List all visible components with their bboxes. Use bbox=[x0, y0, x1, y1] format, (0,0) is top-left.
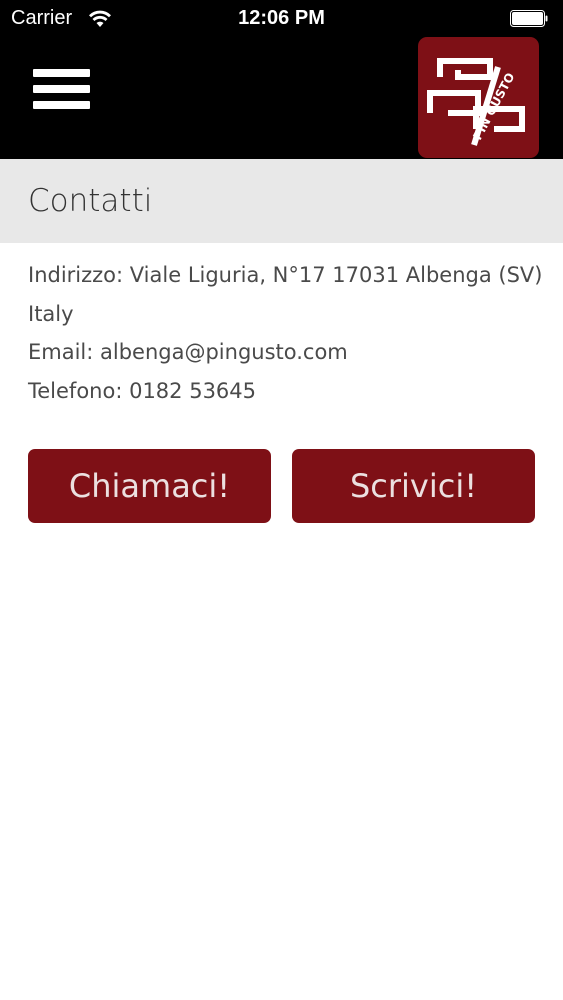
phone-text[interactable]: Telefono: 0182 53645 bbox=[28, 372, 548, 411]
address-line-2: Italy bbox=[28, 301, 74, 326]
contact-info: Indirizzo: Viale Liguria, N°17 17031 Alb… bbox=[28, 256, 548, 410]
page-title: Contatti bbox=[28, 183, 153, 219]
hamburger-menu-icon[interactable] bbox=[33, 69, 90, 109]
status-time: 12:06 PM bbox=[238, 7, 325, 29]
call-button[interactable]: Chiamaci! bbox=[28, 449, 271, 523]
email-text[interactable]: Email: albenga@pingusto.com bbox=[28, 333, 548, 372]
address-line-1: Indirizzo: Viale Liguria, N°17 17031 Alb… bbox=[28, 263, 543, 287]
status-bar: Carrier 12:06 PM bbox=[0, 0, 563, 38]
pingusto-logo: PIN GUSTO bbox=[418, 37, 539, 158]
page-title-bar: Contatti bbox=[0, 159, 563, 243]
app-header: Carrier 12:06 PM PIN GUSTO bbox=[0, 0, 563, 159]
battery-icon bbox=[510, 10, 548, 27]
write-button[interactable]: Scrivici! bbox=[292, 449, 535, 523]
